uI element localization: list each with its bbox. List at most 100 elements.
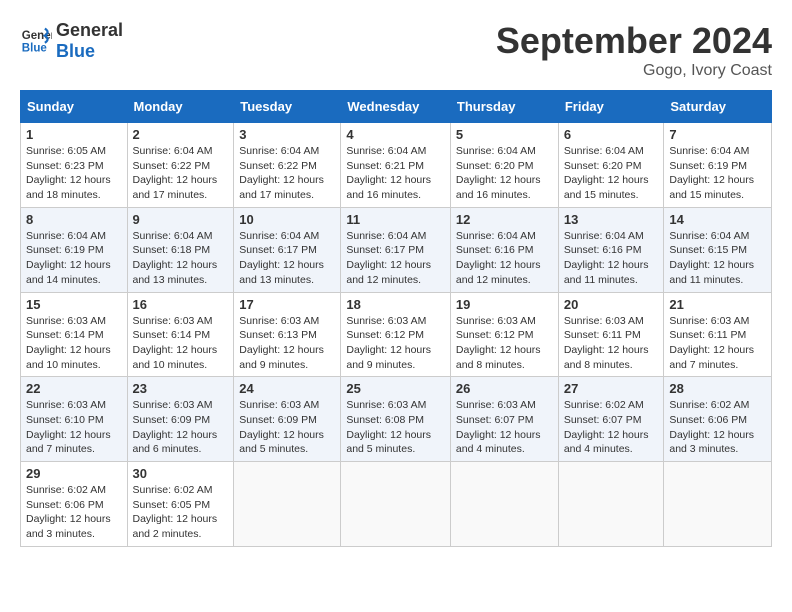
- day-info: Sunrise: 6:04 AMSunset: 6:16 PMDaylight:…: [564, 229, 659, 288]
- day-info: Sunrise: 6:04 AMSunset: 6:16 PMDaylight:…: [456, 229, 553, 288]
- calendar-day-1: 1 Sunrise: 6:05 AMSunset: 6:23 PMDaylight…: [21, 123, 128, 208]
- day-info: Sunrise: 6:04 AMSunset: 6:15 PMDaylight:…: [669, 229, 766, 288]
- day-info: Sunrise: 6:04 AMSunset: 6:21 PMDaylight:…: [346, 144, 445, 203]
- calendar-day-9: 9 Sunrise: 6:04 AMSunset: 6:18 PMDaylight…: [127, 207, 234, 292]
- day-info: Sunrise: 6:03 AMSunset: 6:11 PMDaylight:…: [669, 314, 766, 373]
- calendar-empty: [234, 462, 341, 547]
- day-info: Sunrise: 6:04 AMSunset: 6:22 PMDaylight:…: [239, 144, 335, 203]
- calendar-day-23: 23Sunrise: 6:03 AMSunset: 6:09 PMDayligh…: [127, 377, 234, 462]
- day-info: Sunrise: 6:03 AMSunset: 6:07 PMDaylight:…: [456, 398, 553, 457]
- day-info: Sunrise: 6:03 AMSunset: 6:10 PMDaylight:…: [26, 398, 122, 457]
- day-number: 10: [239, 212, 335, 227]
- calendar-day-8: 8Sunrise: 6:04 AMSunset: 6:19 PMDaylight…: [21, 207, 128, 292]
- calendar-day-11: 11 Sunrise: 6:04 AMSunset: 6:17 PMDayligh…: [341, 207, 451, 292]
- logo-blue: Blue: [56, 41, 123, 62]
- page-header: General Blue General Blue September 2024…: [20, 20, 772, 80]
- calendar-week-1: 1 Sunrise: 6:05 AMSunset: 6:23 PMDaylight…: [21, 123, 772, 208]
- day-number: 5: [456, 127, 553, 142]
- calendar-day-12: 12 Sunrise: 6:04 AMSunset: 6:16 PMDayligh…: [450, 207, 558, 292]
- day-number: 21: [669, 297, 766, 312]
- day-info: Sunrise: 6:04 AMSunset: 6:17 PMDaylight:…: [239, 229, 335, 288]
- calendar-empty: [558, 462, 664, 547]
- calendar-day-15: 15Sunrise: 6:03 AMSunset: 6:14 PMDayligh…: [21, 292, 128, 377]
- calendar-day-28: 28 Sunrise: 6:02 AMSunset: 6:06 PMDayligh…: [664, 377, 772, 462]
- day-number: 2: [133, 127, 229, 142]
- col-header-sunday: Sunday: [21, 91, 128, 123]
- day-number: 13: [564, 212, 659, 227]
- day-info: Sunrise: 6:05 AMSunset: 6:23 PMDaylight:…: [26, 144, 122, 203]
- col-header-friday: Friday: [558, 91, 664, 123]
- day-number: 7: [669, 127, 766, 142]
- calendar-day-18: 18 Sunrise: 6:03 AMSunset: 6:12 PMDayligh…: [341, 292, 451, 377]
- day-info: Sunrise: 6:03 AMSunset: 6:08 PMDaylight:…: [346, 398, 445, 457]
- calendar-day-3: 3 Sunrise: 6:04 AMSunset: 6:22 PMDaylight…: [234, 123, 341, 208]
- day-info: Sunrise: 6:03 AMSunset: 6:09 PMDaylight:…: [239, 398, 335, 457]
- col-header-tuesday: Tuesday: [234, 91, 341, 123]
- calendar-day-20: 20Sunrise: 6:03 AMSunset: 6:11 PMDayligh…: [558, 292, 664, 377]
- day-number: 9: [133, 212, 229, 227]
- day-info: Sunrise: 6:04 AMSunset: 6:22 PMDaylight:…: [133, 144, 229, 203]
- day-number: 17: [239, 297, 335, 312]
- day-info: Sunrise: 6:03 AMSunset: 6:11 PMDaylight:…: [564, 314, 659, 373]
- day-info: Sunrise: 6:02 AMSunset: 6:07 PMDaylight:…: [564, 398, 659, 457]
- calendar-day-22: 22Sunrise: 6:03 AMSunset: 6:10 PMDayligh…: [21, 377, 128, 462]
- calendar-week-5: 29 Sunrise: 6:02 AMSunset: 6:06 PMDayligh…: [21, 462, 772, 547]
- calendar-day-29: 29 Sunrise: 6:02 AMSunset: 6:06 PMDayligh…: [21, 462, 128, 547]
- calendar-day-21: 21 Sunrise: 6:03 AMSunset: 6:11 PMDayligh…: [664, 292, 772, 377]
- day-number: 28: [669, 381, 766, 396]
- calendar-week-4: 22Sunrise: 6:03 AMSunset: 6:10 PMDayligh…: [21, 377, 772, 462]
- day-info: Sunrise: 6:03 AMSunset: 6:13 PMDaylight:…: [239, 314, 335, 373]
- col-header-thursday: Thursday: [450, 91, 558, 123]
- calendar-day-17: 17 Sunrise: 6:03 AMSunset: 6:13 PMDayligh…: [234, 292, 341, 377]
- day-number: 30: [133, 466, 229, 481]
- day-number: 12: [456, 212, 553, 227]
- day-number: 29: [26, 466, 122, 481]
- col-header-saturday: Saturday: [664, 91, 772, 123]
- calendar-day-13: 13 Sunrise: 6:04 AMSunset: 6:16 PMDayligh…: [558, 207, 664, 292]
- day-info: Sunrise: 6:02 AMSunset: 6:06 PMDaylight:…: [26, 483, 122, 542]
- calendar-day-19: 19 Sunrise: 6:03 AMSunset: 6:12 PMDayligh…: [450, 292, 558, 377]
- day-number: 4: [346, 127, 445, 142]
- day-info: Sunrise: 6:04 AMSunset: 6:17 PMDaylight:…: [346, 229, 445, 288]
- day-info: Sunrise: 6:04 AMSunset: 6:18 PMDaylight:…: [133, 229, 229, 288]
- location: Gogo, Ivory Coast: [496, 62, 772, 80]
- calendar-day-24: 24 Sunrise: 6:03 AMSunset: 6:09 PMDayligh…: [234, 377, 341, 462]
- day-number: 18: [346, 297, 445, 312]
- day-number: 14: [669, 212, 766, 227]
- calendar-day-4: 4 Sunrise: 6:04 AMSunset: 6:21 PMDaylight…: [341, 123, 451, 208]
- day-number: 24: [239, 381, 335, 396]
- header-row: SundayMondayTuesdayWednesdayThursdayFrid…: [21, 91, 772, 123]
- calendar-day-14: 14 Sunrise: 6:04 AMSunset: 6:15 PMDayligh…: [664, 207, 772, 292]
- calendar-week-3: 15Sunrise: 6:03 AMSunset: 6:14 PMDayligh…: [21, 292, 772, 377]
- svg-text:Blue: Blue: [22, 43, 48, 55]
- calendar-day-25: 25Sunrise: 6:03 AMSunset: 6:08 PMDayligh…: [341, 377, 451, 462]
- col-header-monday: Monday: [127, 91, 234, 123]
- day-info: Sunrise: 6:02 AMSunset: 6:06 PMDaylight:…: [669, 398, 766, 457]
- day-number: 1: [26, 127, 122, 142]
- calendar-day-6: 6Sunrise: 6:04 AMSunset: 6:20 PMDaylight…: [558, 123, 664, 208]
- day-number: 11: [346, 212, 445, 227]
- day-info: Sunrise: 6:03 AMSunset: 6:14 PMDaylight:…: [133, 314, 229, 373]
- day-info: Sunrise: 6:03 AMSunset: 6:12 PMDaylight:…: [456, 314, 553, 373]
- logo-general: General: [56, 20, 123, 41]
- calendar-day-27: 27 Sunrise: 6:02 AMSunset: 6:07 PMDayligh…: [558, 377, 664, 462]
- logo: General Blue General Blue: [20, 20, 123, 62]
- day-info: Sunrise: 6:02 AMSunset: 6:05 PMDaylight:…: [133, 483, 229, 542]
- day-info: Sunrise: 6:04 AMSunset: 6:19 PMDaylight:…: [669, 144, 766, 203]
- calendar-week-2: 8Sunrise: 6:04 AMSunset: 6:19 PMDaylight…: [21, 207, 772, 292]
- calendar-day-2: 2 Sunrise: 6:04 AMSunset: 6:22 PMDaylight…: [127, 123, 234, 208]
- calendar-table: SundayMondayTuesdayWednesdayThursdayFrid…: [20, 90, 772, 547]
- day-info: Sunrise: 6:04 AMSunset: 6:20 PMDaylight:…: [456, 144, 553, 203]
- day-number: 27: [564, 381, 659, 396]
- calendar-empty: [450, 462, 558, 547]
- day-info: Sunrise: 6:03 AMSunset: 6:14 PMDaylight:…: [26, 314, 122, 373]
- day-number: 19: [456, 297, 553, 312]
- day-info: Sunrise: 6:03 AMSunset: 6:12 PMDaylight:…: [346, 314, 445, 373]
- calendar-empty: [664, 462, 772, 547]
- calendar-day-5: 5 Sunrise: 6:04 AMSunset: 6:20 PMDaylight…: [450, 123, 558, 208]
- day-number: 3: [239, 127, 335, 142]
- day-info: Sunrise: 6:04 AMSunset: 6:20 PMDaylight:…: [564, 144, 659, 203]
- day-number: 8: [26, 212, 122, 227]
- calendar-day-7: 7 Sunrise: 6:04 AMSunset: 6:19 PMDaylight…: [664, 123, 772, 208]
- col-header-wednesday: Wednesday: [341, 91, 451, 123]
